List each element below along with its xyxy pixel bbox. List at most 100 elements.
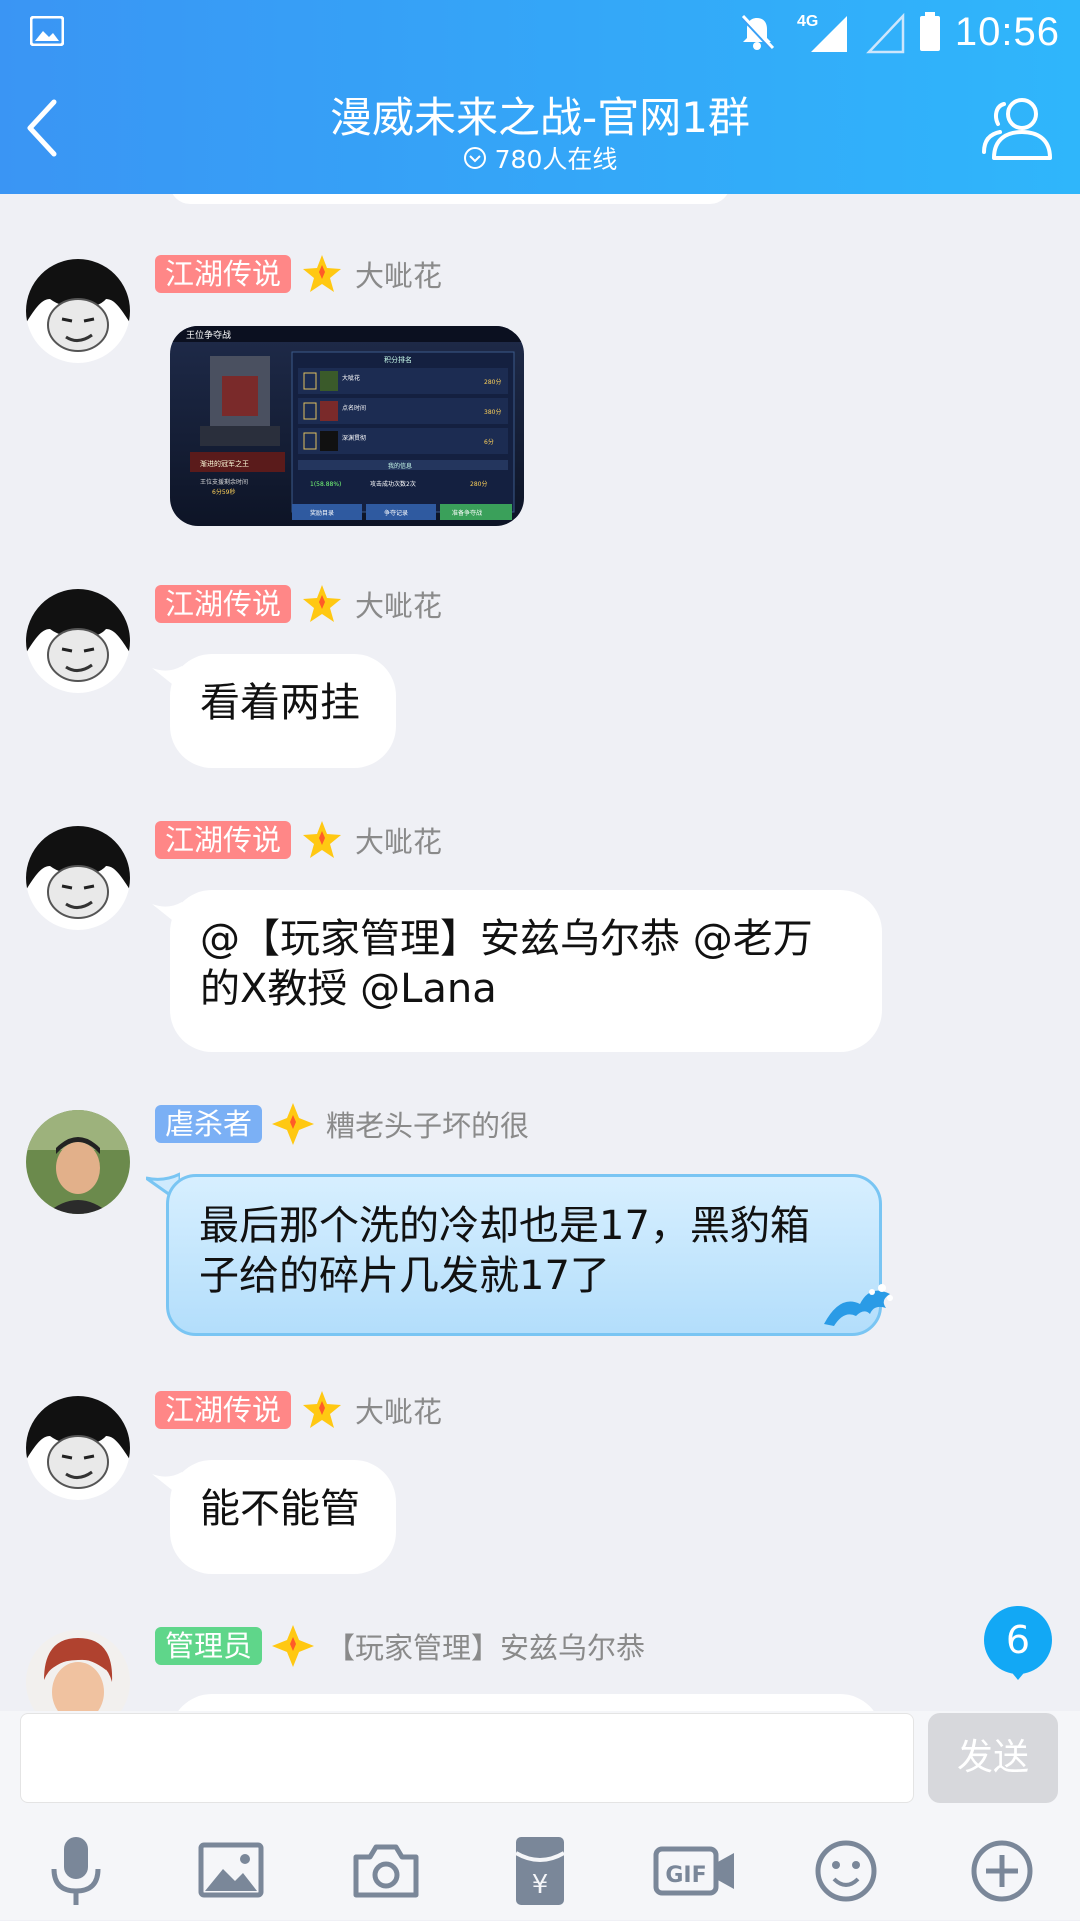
- my-score: 280分: [470, 480, 487, 488]
- my-attack: 攻击成功次数2次: [370, 480, 416, 488]
- image-message[interactable]: 王位争夺战 渐进的冠军之王 王位支援剩余时间 6分59秒 积分排名 大呲花 28…: [170, 326, 524, 526]
- previous-message-bubble: [170, 194, 730, 204]
- sender-nickname[interactable]: 大呲花: [355, 819, 442, 861]
- message-text: 能不能管: [200, 1486, 360, 1532]
- sender-row: 江湖传说 大呲花: [155, 254, 442, 294]
- message-bubble[interactable]: 能不能管: [170, 1460, 396, 1574]
- rank-1-name: 大呲花: [342, 374, 360, 382]
- photo-avatar-icon: [26, 1110, 130, 1214]
- game-button-1: 奖励目录: [310, 509, 334, 517]
- unread-count-badge[interactable]: 6: [984, 1606, 1052, 1674]
- left-caption: 王位支援剩余时间: [200, 478, 248, 486]
- left-time: 6分59秒: [212, 488, 235, 496]
- signal-empty-icon: [865, 12, 905, 54]
- camera-icon[interactable]: [346, 1831, 426, 1911]
- my-rank: 1(58.88%): [310, 481, 341, 488]
- gif-icon[interactable]: GIF: [652, 1831, 738, 1911]
- member-title-badge: 江湖传说: [155, 255, 292, 293]
- input-area: 发送 ¥ GIF: [0, 1711, 1080, 1920]
- message-bubble[interactable]: @【玩家管理】安兹乌尔恭 @老万 的X教授 @Lana: [170, 890, 882, 1052]
- sender-row: 江湖传说 大呲花: [155, 584, 442, 624]
- star-level-icon: [303, 255, 342, 292]
- red-packet-icon[interactable]: ¥: [500, 1831, 580, 1911]
- sender-nickname[interactable]: 大呲花: [355, 583, 442, 625]
- battery-icon: [919, 12, 940, 51]
- plus-icon[interactable]: [962, 1831, 1042, 1911]
- rank-3-name: 深渊贯彻: [342, 434, 366, 442]
- message-text-line-1: 最后那个洗的冷却也是17，黑豹箱: [199, 1203, 810, 1249]
- diamond-level-icon: [272, 1625, 315, 1667]
- message-bubble[interactable]: 最后那个洗的冷却也是17，黑豹箱 子给的碎片几发就17了: [166, 1174, 882, 1336]
- wave-decoration-icon: [824, 1284, 893, 1326]
- message-bubble[interactable]: 看着两挂: [170, 654, 396, 768]
- meme-face-avatar-icon: [26, 826, 130, 930]
- online-status[interactable]: 780人在线: [0, 140, 1080, 176]
- game-button-2: 争夺记录: [384, 509, 408, 517]
- message-list[interactable]: 江湖传说 大呲花 王位争夺战 渐进的冠军之王 王位支援剩余时间 6分59秒 积分…: [0, 194, 1080, 1711]
- chevron-down-circle-icon: [463, 147, 486, 169]
- sender-row: 江湖传说 大呲花: [155, 820, 442, 860]
- member-title-badge: 管理员: [155, 1627, 263, 1665]
- sender-row: 江湖传说 大呲花: [155, 1390, 442, 1430]
- photo-avatar-icon: [26, 1630, 130, 1711]
- panel-title: 积分排名: [384, 355, 412, 364]
- rank-2-name: 点名时间: [342, 404, 366, 412]
- game-title: 王位争夺战: [186, 329, 231, 341]
- sender-nickname[interactable]: 大呲花: [355, 253, 442, 295]
- svg-text:GIF: GIF: [665, 1863, 706, 1888]
- input-toolbar: ¥ GIF: [0, 1831, 1080, 1921]
- avatar-admin[interactable]: [26, 1630, 130, 1711]
- message-input[interactable]: [20, 1713, 914, 1803]
- diamond-level-icon: [272, 1103, 315, 1145]
- member-title-badge: 虐杀者: [155, 1105, 263, 1143]
- gallery-notification-icon: [30, 16, 64, 46]
- sender-row: 虐杀者 糟老头子坏的很: [155, 1103, 529, 1145]
- meme-face-avatar-icon: [26, 1396, 130, 1500]
- avatar-dacihua[interactable]: [26, 589, 130, 693]
- member-title-badge: 江湖传说: [155, 585, 292, 623]
- rank-3-score: 6分: [484, 438, 494, 446]
- message-bubble[interactable]: [170, 1694, 882, 1711]
- avatar-nuesha[interactable]: [26, 1110, 130, 1214]
- sender-nickname[interactable]: 大呲花: [355, 1389, 442, 1431]
- meme-face-avatar-icon: [26, 259, 130, 363]
- star-level-icon: [303, 1391, 342, 1428]
- member-title-badge: 江湖传说: [155, 1391, 292, 1429]
- emoji-icon[interactable]: [806, 1831, 886, 1911]
- avatar-dacihua[interactable]: [26, 1396, 130, 1500]
- avatar-dacihua[interactable]: [26, 826, 130, 930]
- my-info-title: 我的信息: [388, 462, 412, 470]
- game-button-3: 准备争夺战: [452, 509, 482, 517]
- unread-badge-pointer: [1008, 1668, 1028, 1680]
- game-screenshot-thumbnail: 王位争夺战 渐进的冠军之王 王位支援剩余时间 6分59秒 积分排名 大呲花 28…: [170, 326, 524, 526]
- group-title[interactable]: 漫威未来之战-官网1群: [0, 84, 1080, 145]
- message-text-line-2: 的X教授 @Lana: [200, 966, 497, 1012]
- star-level-icon: [303, 821, 342, 858]
- message-text-line-2: 子给的碎片几发就17了: [199, 1253, 610, 1299]
- microphone-icon[interactable]: [36, 1831, 116, 1911]
- star-level-icon: [303, 585, 342, 622]
- signal-4g-icon: 4G: [797, 13, 847, 52]
- send-button[interactable]: 发送: [928, 1713, 1058, 1803]
- sender-row: 管理员 【玩家管理】安兹乌尔恭: [155, 1625, 645, 1667]
- unread-count: 6: [1005, 1618, 1031, 1662]
- message-text: 看着两挂: [200, 680, 360, 726]
- mute-notification-icon: [741, 14, 774, 50]
- chat-header: 4G 10:56 漫威未来之战-官网1群 780人在线: [0, 0, 1080, 194]
- network-label: 4G: [797, 13, 818, 30]
- status-bar: 4G 10:56: [0, 0, 1080, 64]
- avatar-dacihua[interactable]: [26, 259, 130, 363]
- sender-nickname[interactable]: 【玩家管理】安兹乌尔恭: [326, 1625, 645, 1667]
- meme-face-avatar-icon: [26, 589, 130, 693]
- rank-2-score: 380分: [484, 408, 501, 416]
- sender-nickname[interactable]: 糟老头子坏的很: [326, 1103, 529, 1145]
- clock: 10:56: [954, 9, 1060, 54]
- online-count: 780人在线: [494, 145, 618, 174]
- message-text-line-1: @【玩家管理】安兹乌尔恭 @老万: [200, 916, 813, 962]
- svg-text:¥: ¥: [532, 1870, 549, 1900]
- member-title-badge: 江湖传说: [155, 821, 292, 859]
- left-banner: 渐进的冠军之王: [200, 459, 249, 468]
- rank-1-score: 280分: [484, 378, 501, 386]
- group-members-button[interactable]: [980, 92, 1056, 164]
- image-icon[interactable]: [191, 1831, 271, 1911]
